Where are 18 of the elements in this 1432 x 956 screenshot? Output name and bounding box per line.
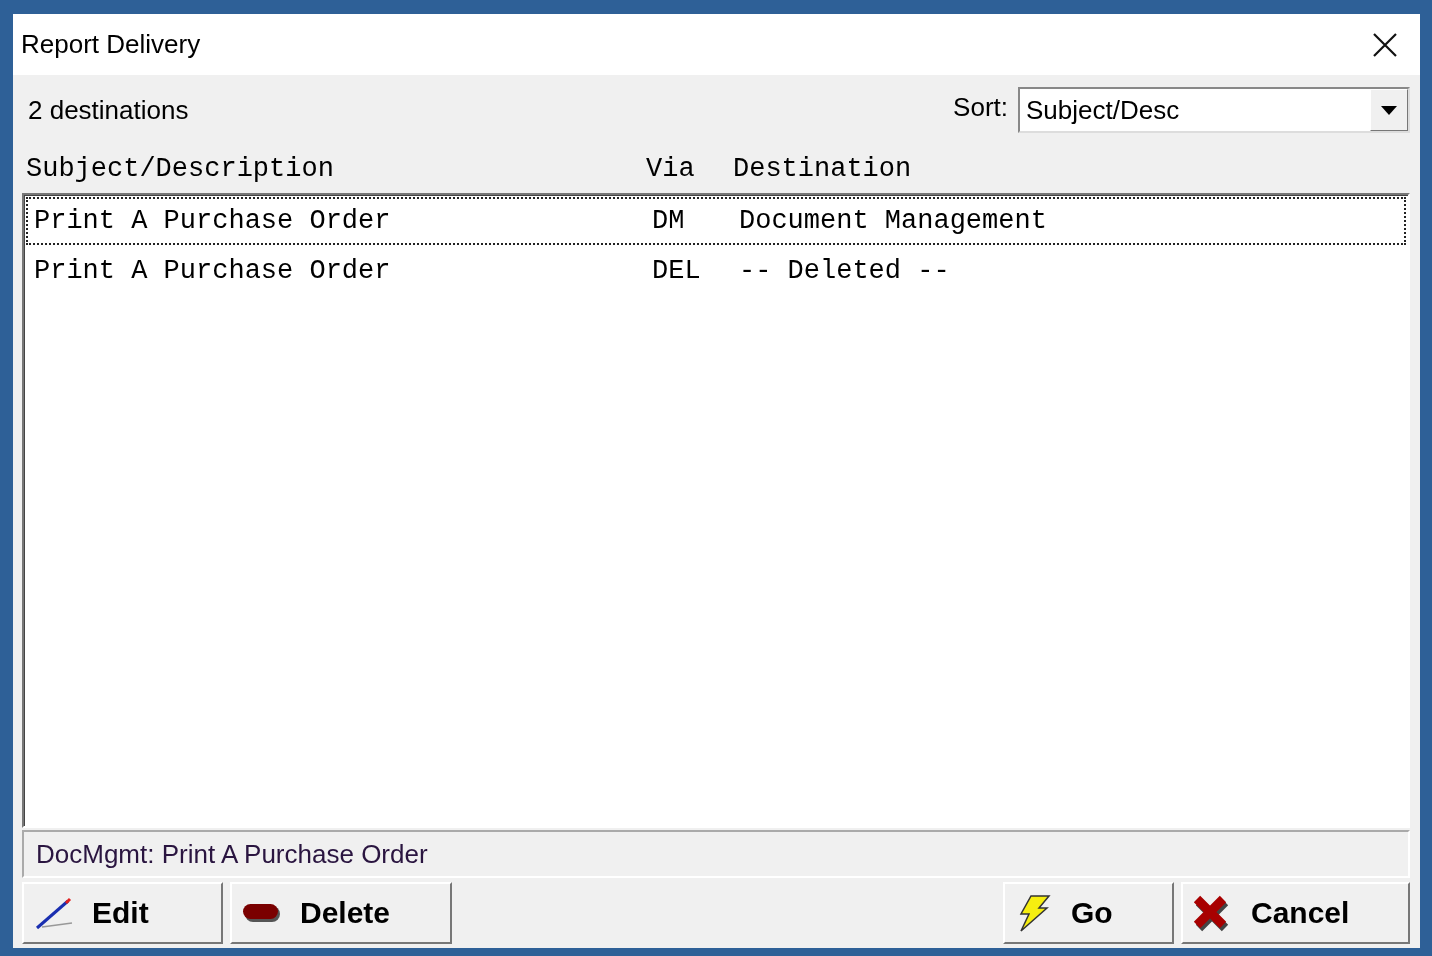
pencil-icon [34,896,74,930]
column-header: Subject/Description [26,154,335,184]
sort-dropdown[interactable]: Subject/Desc [1018,87,1410,133]
status-bar: DocMgmt: Print A Purchase Order [22,830,1410,878]
list-row[interactable]: Print A Purchase Order DEL -- Deleted -- [26,247,1406,295]
delete-button[interactable]: Delete [230,882,452,944]
edit-button[interactable]: Edit [22,882,223,944]
cancel-button[interactable]: Cancel [1181,882,1410,944]
window-title: Report Delivery [21,29,201,60]
go-button[interactable]: Go [1003,882,1174,944]
column-header: Via [646,154,696,184]
list-row[interactable]: Print A Purchase Order DM Document Management [26,197,1406,245]
column-header: Destination [733,154,912,184]
destination-count: 2 destinations [27,94,189,126]
dropdown-arrow-icon [1381,105,1397,115]
sort-label: Sort: [953,91,1008,123]
capsule-icon [242,902,282,924]
close-icon [1372,31,1398,58]
